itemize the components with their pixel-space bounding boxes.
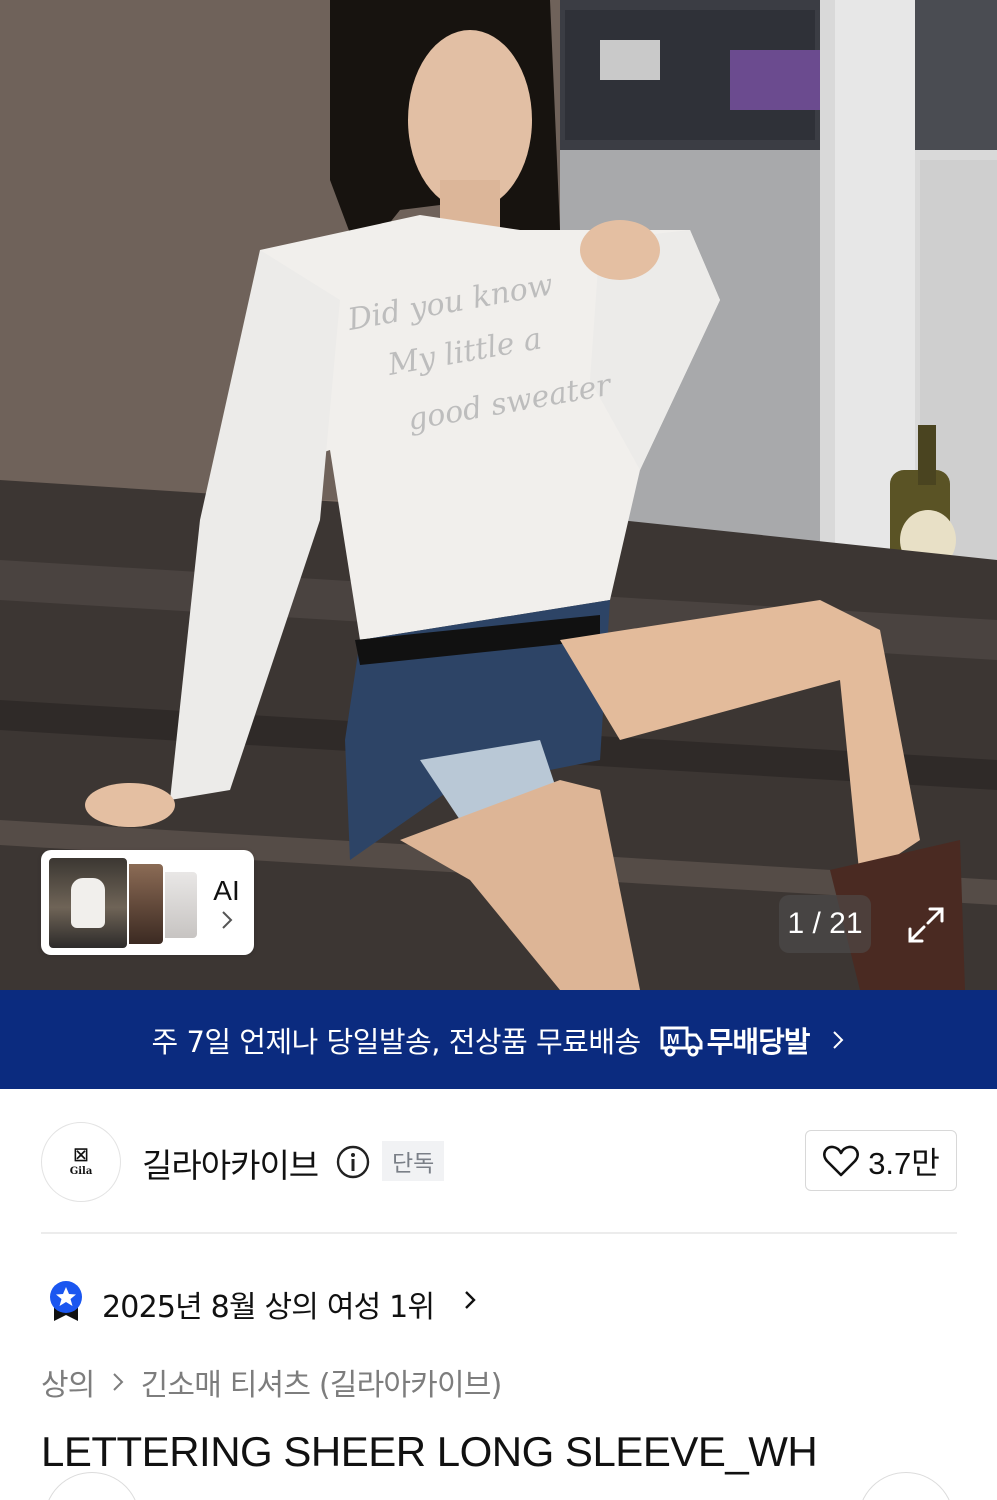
chevron-right-icon [112,1373,124,1391]
product-title: LETTERING SHEER LONG SLEEVE_WH [41,1428,818,1475]
ai-thumbnails [47,855,199,950]
product-photo: Did you know My little a good sweater [0,0,997,990]
like-button[interactable]: 3.7만 [805,1130,957,1191]
chevron-right-icon [221,910,232,929]
info-icon[interactable] [335,1144,371,1180]
banner-brand: 무배당발 [706,1024,811,1059]
breadcrumb-subcategory[interactable]: 긴소매 티셔츠 (길라아카이브) [141,1360,503,1404]
free-shipping-banner[interactable]: 주 7일 언제나 당일발송, 전상품 무료배송 M 무배당발 [0,990,997,1089]
floating-button-left[interactable] [44,1472,140,1500]
ranking-text[interactable]: 2025년 8월 상의 여성 1위 [102,1282,435,1326]
store-logo[interactable]: ☒ Gila [41,1122,121,1202]
product-image-gallery[interactable]: Did you know My little a good sweater AI… [0,0,997,990]
exclusive-badge: 단독 [382,1141,445,1181]
expand-icon[interactable] [904,903,948,947]
floating-button-right[interactable] [858,1472,954,1500]
image-counter: 1 / 21 [779,895,871,953]
like-count: 3.7만 [868,1146,940,1181]
ranking-badge-icon [50,1281,82,1321]
breadcrumb: 상의 긴소매 티셔츠 (길라아카이브) [41,1360,502,1404]
chevron-right-icon[interactable] [463,1289,477,1311]
ai-styling-card[interactable]: AI [41,850,254,955]
chevron-right-icon [833,1030,844,1049]
store-logo-text: Gila [69,1165,93,1177]
ai-thumbnail [47,855,129,950]
store-name[interactable]: 길라아카이브 [142,1139,319,1187]
ai-label: AI [213,874,240,906]
svg-text:M: M [667,1031,680,1048]
divider [41,1232,957,1234]
heart-icon [823,1145,860,1176]
breadcrumb-category[interactable]: 상의 [41,1360,95,1404]
store-logo-mark: ☒ [73,1145,89,1166]
truck-icon: M [660,1026,703,1056]
banner-text: 주 7일 언제나 당일발송, 전상품 무료배송 [151,1024,642,1059]
